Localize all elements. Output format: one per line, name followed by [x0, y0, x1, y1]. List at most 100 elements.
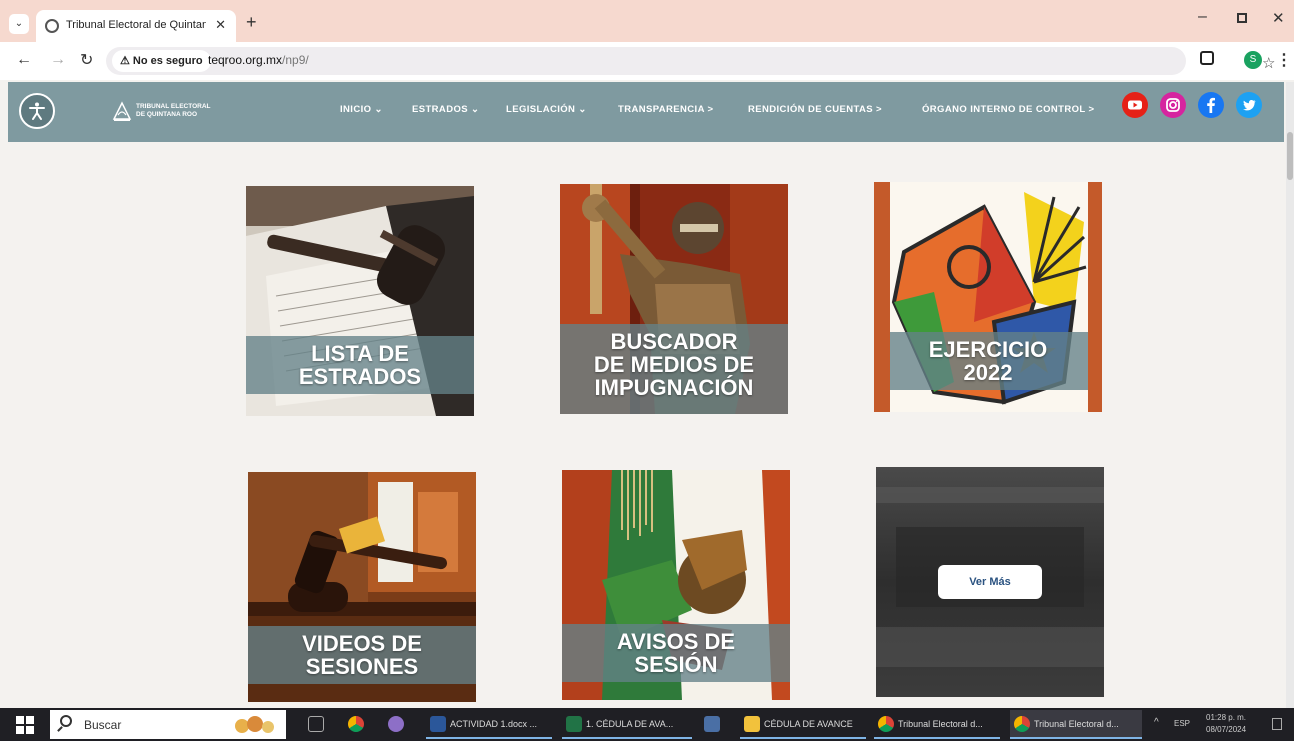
- tray-overflow-chevron-icon[interactable]: ^: [1154, 717, 1159, 728]
- tab-search-button[interactable]: ⌄: [9, 14, 29, 34]
- tile-videos-de-sesiones[interactable]: VIDEOS DE SESIONES: [248, 472, 476, 702]
- chrome-icon: [1014, 716, 1030, 732]
- taskbar-item-excel[interactable]: 1. CÉDULA DE AVA...: [562, 710, 692, 739]
- active-indicator: [562, 737, 692, 739]
- excel-icon: [566, 716, 582, 732]
- taskbar-search-box[interactable]: Buscar: [50, 710, 286, 739]
- browser-tabstrip: ⌄ Tribunal Electoral de Quintana R ✕ + –…: [0, 0, 1294, 42]
- tile-avisos-de-sesion[interactable]: AVISOS DE SESIÓN: [562, 470, 790, 700]
- tile-label: EJERCICIO 2022: [874, 338, 1102, 384]
- notification-icon[interactable]: [1272, 718, 1282, 730]
- security-chip[interactable]: ⚠ No es seguro: [112, 50, 211, 72]
- search-icon: [60, 715, 72, 727]
- paint-taskbar-button[interactable]: [384, 710, 408, 739]
- minimize-button[interactable]: –: [1198, 8, 1207, 26]
- new-tab-button[interactable]: +: [246, 12, 257, 33]
- bookmark-star-icon[interactable]: ☆: [1262, 54, 1275, 72]
- url-text[interactable]: teqroo.org.mx/np9/: [208, 53, 309, 67]
- tile-ver-mas[interactable]: Ver Más: [876, 467, 1104, 697]
- page-scrollbar[interactable]: [1286, 82, 1294, 708]
- logo-text: TRIBUNAL ELECTORAL DE QUINTANA ROO: [136, 103, 211, 119]
- twitter-icon[interactable]: [1236, 92, 1262, 118]
- word-icon: [430, 716, 446, 732]
- taskbar-item-chrome-2[interactable]: Tribunal Electoral d...: [1010, 710, 1142, 739]
- taskbar-item-label: CÉDULA DE AVANCE: [764, 719, 853, 729]
- taskbar-item-chrome-1[interactable]: Tribunal Electoral d...: [874, 710, 1000, 739]
- close-icon[interactable]: ✕: [215, 17, 226, 33]
- url-host: teqroo.org.mx: [208, 53, 283, 67]
- accessibility-button[interactable]: [19, 93, 55, 129]
- clock-time: 01:28 p. m.: [1206, 713, 1247, 722]
- logo-line1: TRIBUNAL ELECTORAL: [136, 103, 211, 110]
- profile-avatar[interactable]: S: [1244, 51, 1262, 69]
- tile-ejercicio-2022[interactable]: EJERCICIO 2022: [874, 182, 1102, 412]
- taskbar-item-word[interactable]: ACTIVIDAD 1.docx ...: [426, 710, 552, 739]
- windows-taskbar: Buscar ACTIVIDAD 1.docx ... 1. CÉDULA DE…: [0, 708, 1294, 741]
- folder-icon: [744, 716, 760, 732]
- globe-icon: [45, 19, 59, 33]
- browser-tab-active[interactable]: Tribunal Electoral de Quintana R ✕: [36, 10, 236, 42]
- scrollbar-thumb[interactable]: [1287, 132, 1293, 180]
- browser-toolbar: ← → ↻ ⚠ No es seguro teqroo.org.mx/np9/ …: [0, 42, 1294, 80]
- address-bar[interactable]: ⚠ No es seguro teqroo.org.mx/np9/ ☆: [106, 47, 1275, 75]
- chevron-down-icon: ⌄: [471, 104, 480, 115]
- nav-item-rendicion-de-cuentas[interactable]: RENDICIÓN DE CUENTAS >: [748, 104, 882, 115]
- tile-label-line1: VIDEOS DE: [302, 631, 422, 656]
- tile-label-line2: ESTRADOS: [298, 364, 422, 389]
- nav-label: ESTRADOS: [412, 104, 468, 115]
- instagram-icon[interactable]: [1160, 92, 1186, 118]
- more-menu-icon[interactable]: ⋮: [1276, 50, 1292, 70]
- reload-icon[interactable]: ↻: [80, 50, 93, 70]
- window-close-button[interactable]: ✕: [1272, 9, 1285, 27]
- screen: ⌄ Tribunal Electoral de Quintana R ✕ + –…: [0, 0, 1294, 741]
- extensions-icon[interactable]: [1200, 51, 1214, 65]
- accessibility-icon: [29, 102, 45, 120]
- tile-label-line2: 2022: [963, 360, 1013, 385]
- tile-label-line1: BUSCADOR: [610, 329, 738, 354]
- tile-label-line1: AVISOS DE: [616, 629, 736, 654]
- nav-item-transparencia[interactable]: TRANSPARENCIA >: [618, 104, 713, 115]
- tile-label: VIDEOS DE SESIONES: [248, 632, 476, 678]
- chrome-taskbar-button[interactable]: [344, 710, 368, 739]
- ver-mas-button[interactable]: Ver Más: [938, 565, 1042, 599]
- active-indicator: [740, 737, 866, 739]
- nav-item-legislacion[interactable]: LEGISLACIÓN ⌄: [506, 104, 587, 115]
- search-placeholder: Buscar: [84, 718, 122, 732]
- tile-label: BUSCADOR DE MEDIOS DE IMPUGNACIÓN: [560, 330, 788, 399]
- nav-item-organo-interno[interactable]: ÓRGANO INTERNO DE CONTROL >: [922, 104, 1094, 115]
- chevron-down-icon: ⌄: [578, 104, 587, 115]
- active-indicator: [1010, 737, 1142, 739]
- logo-line2: DE QUINTANA ROO: [136, 111, 198, 118]
- forward-arrow-icon[interactable]: →: [50, 51, 66, 69]
- back-arrow-icon[interactable]: ←: [16, 51, 32, 69]
- input-language[interactable]: ESP: [1174, 719, 1190, 728]
- nav-item-inicio[interactable]: INICIO ⌄: [340, 104, 383, 115]
- active-indicator: [426, 737, 552, 739]
- taskbar-item-label: Tribunal Electoral d...: [1034, 719, 1119, 729]
- site-logo[interactable]: TRIBUNAL ELECTORAL DE QUINTANA ROO: [112, 99, 232, 125]
- youtube-icon[interactable]: [1122, 92, 1148, 118]
- clock-date: 08/07/2024: [1206, 725, 1247, 734]
- chrome-icon: [348, 716, 364, 732]
- nav-label: LEGISLACIÓN: [506, 104, 576, 115]
- tile-label-line1: LISTA DE: [311, 341, 409, 366]
- calculator-icon: [704, 716, 720, 732]
- search-highlight-illustration: [235, 716, 274, 733]
- maximize-button[interactable]: [1237, 13, 1247, 23]
- facebook-icon[interactable]: [1198, 92, 1224, 118]
- taskbar-item-label: ACTIVIDAD 1.docx ...: [450, 719, 538, 729]
- nav-item-estrados[interactable]: ESTRADOS ⌄: [412, 104, 479, 115]
- tile-buscador-medios-impugnacion[interactable]: BUSCADOR DE MEDIOS DE IMPUGNACIÓN: [560, 184, 788, 414]
- paint-icon: [388, 716, 404, 732]
- windows-start-icon[interactable]: [16, 716, 34, 734]
- taskbar-item-label: Tribunal Electoral d...: [898, 719, 983, 729]
- tile-lista-de-estrados[interactable]: LISTA DE ESTRADOS: [246, 186, 474, 416]
- site-header: TRIBUNAL ELECTORAL DE QUINTANA ROO INICI…: [8, 82, 1284, 142]
- task-view-button[interactable]: [304, 710, 328, 739]
- taskbar-item-folder[interactable]: CÉDULA DE AVANCE: [740, 710, 866, 739]
- active-indicator: [874, 737, 1000, 739]
- calculator-taskbar-button[interactable]: [700, 710, 726, 739]
- tray-clock[interactable]: 01:28 p. m. 08/07/2024: [1206, 712, 1246, 736]
- chevron-down-icon: ⌄: [374, 104, 383, 115]
- task-view-icon: [308, 716, 324, 732]
